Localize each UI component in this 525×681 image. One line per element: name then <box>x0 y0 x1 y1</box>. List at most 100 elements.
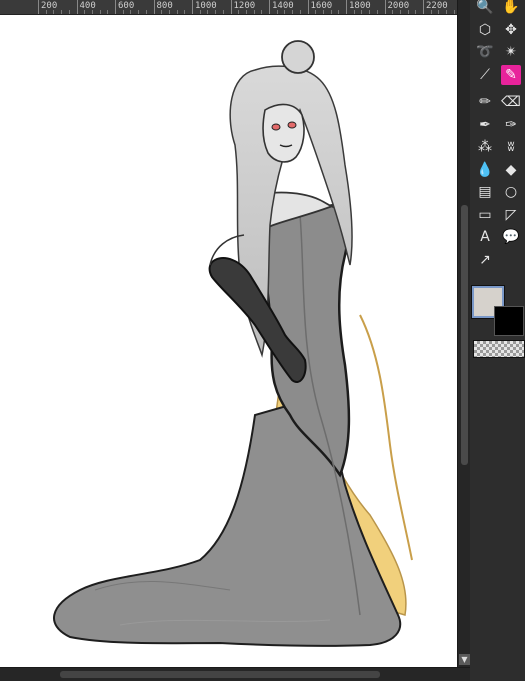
ruler-label: 200 <box>41 1 58 11</box>
ruler-minor-tick <box>415 10 417 14</box>
ruler-minor-tick <box>145 10 147 14</box>
move-tool[interactable]: ✥ <box>501 20 521 40</box>
artwork <box>53 40 413 647</box>
left-eye <box>271 123 281 131</box>
ellipse-icon: ○ <box>504 184 518 200</box>
text-icon: A <box>480 229 490 245</box>
ruler-minor-tick <box>130 10 132 14</box>
perspective-tool[interactable]: ◸ <box>501 205 521 225</box>
ruler-minor-tick <box>222 10 224 14</box>
text-tool[interactable]: A <box>475 227 495 247</box>
ruler-label: 1400 <box>272 1 294 11</box>
ruler-minor-tick <box>361 10 363 14</box>
ruler-minor-tick <box>369 10 371 14</box>
background-color-swatch[interactable] <box>494 306 524 336</box>
ruler-minor-tick <box>261 10 263 14</box>
ruler-label: 800 <box>156 1 173 11</box>
ruler-label: 1000 <box>195 1 217 11</box>
lasso-icon: ➰ <box>476 44 494 60</box>
horizontal-scrollbar-thumb[interactable] <box>60 671 380 678</box>
ruler-minor-tick <box>284 10 286 14</box>
vertical-scrollbar[interactable]: ▼ <box>457 0 471 667</box>
horizontal-scrollbar[interactable] <box>0 667 470 681</box>
ruler-tick: 400 <box>76 0 96 14</box>
ruler-minor-tick <box>99 10 101 14</box>
ruler-minor-tick <box>199 10 201 14</box>
smudge-icon: ʬ <box>507 139 515 155</box>
ruler-tick: 800 <box>153 0 173 14</box>
ruler-minor-tick <box>184 10 186 14</box>
move-icon: ✥ <box>505 21 517 38</box>
eyedropper-icon: ⟋ <box>480 66 490 83</box>
paintbrush-icon: ✎ <box>505 66 517 83</box>
ruler-label: 2000 <box>387 1 410 11</box>
zoom-tool[interactable]: 🔍 <box>475 0 495 17</box>
ruler-minor-tick <box>91 10 93 14</box>
ruler-minor-tick <box>438 10 440 14</box>
ruler-minor-tick <box>138 10 140 14</box>
ink-pen-icon: ✒ <box>479 116 491 133</box>
rect-select-tool[interactable]: ▭ <box>475 205 495 225</box>
bucket-fill-tool[interactable]: ◆ <box>501 160 521 180</box>
scroll-down-arrow-icon[interactable]: ▼ <box>459 654 470 665</box>
ruler-label: 1200 <box>233 1 256 11</box>
transform-icon: ⬡ <box>478 21 492 38</box>
ruler-label: 400 <box>79 1 96 11</box>
fuzzy-select-tool[interactable]: ✴ <box>501 42 521 62</box>
pencil-tool[interactable]: ✏ <box>475 92 495 112</box>
speech-bubble-icon: 💬 <box>502 229 520 245</box>
ruler-minor-tick <box>45 10 47 14</box>
ruler-tick: 2000 <box>384 0 409 14</box>
pattern-preview[interactable] <box>473 340 525 358</box>
ruler-tick: 1800 <box>346 0 371 14</box>
gradient-icon: ▤ <box>478 184 492 200</box>
warp-transform-tool[interactable]: 💬 <box>501 227 521 247</box>
ruler-tick: 600 <box>115 0 134 14</box>
ruler-minor-tick <box>107 10 109 14</box>
ink-tool[interactable]: ✑ <box>501 115 521 135</box>
paintbrush-tool[interactable]: ✎ <box>501 64 521 85</box>
ruler-minor-tick <box>299 10 301 14</box>
blur-tool[interactable]: 💧 <box>475 160 495 180</box>
ruler-minor-tick <box>238 10 240 14</box>
ruler-minor-tick <box>376 10 378 14</box>
airbrush-icon: ⁂ <box>478 139 492 155</box>
ruler-tick: 1600 <box>307 0 332 14</box>
ruler-minor-tick <box>122 10 124 14</box>
ruler-tick: 2200 <box>423 0 448 14</box>
ruler-minor-tick <box>176 10 178 14</box>
face <box>262 103 305 163</box>
smudge-tool[interactable]: ʬ <box>501 137 521 157</box>
paths-tool[interactable]: ↗ <box>475 250 495 270</box>
free-select-tool[interactable]: ➰ <box>475 42 495 62</box>
airbrush-tool[interactable]: ⁂ <box>475 137 495 157</box>
ruler-minor-tick <box>338 10 340 14</box>
ruler-minor-tick <box>315 10 317 14</box>
ruler-minor-tick <box>322 10 324 14</box>
eraser-tool[interactable]: ⌫ <box>501 92 521 112</box>
hair-bun <box>281 40 315 74</box>
pan-tool[interactable]: ✋ <box>501 0 521 17</box>
mypaint-brush-tool[interactable]: ✒ <box>475 115 495 135</box>
vertical-scrollbar-thumb[interactable] <box>461 205 468 465</box>
bucket-icon: ◆ <box>505 161 517 178</box>
ruler-minor-tick <box>276 10 278 14</box>
ruler-minor-tick <box>68 10 70 14</box>
ruler-label: 2200 <box>426 1 448 11</box>
color-picker-tool[interactable]: ⟋ <box>475 65 495 85</box>
unified-transform-tool[interactable]: ⬡ <box>475 20 495 40</box>
rectangle-icon: ▭ <box>478 206 492 223</box>
perspective-icon: ◸ <box>505 206 517 223</box>
magnifier-icon: 🔍 <box>476 0 494 15</box>
ruler-label: 1800 <box>349 1 371 11</box>
ruler-minor-tick <box>215 10 217 14</box>
pen-nib-icon: ↗ <box>479 251 491 268</box>
ellipse-select-tool[interactable]: ○ <box>501 182 521 202</box>
ruler-minor-tick <box>53 10 55 14</box>
gradient-tool[interactable]: ▤ <box>475 182 495 202</box>
image-canvas[interactable] <box>0 15 457 667</box>
right-eye <box>287 121 297 129</box>
ruler-minor-tick <box>399 10 401 14</box>
ruler-minor-tick <box>245 10 247 14</box>
eraser-icon: ⌫ <box>501 94 521 110</box>
